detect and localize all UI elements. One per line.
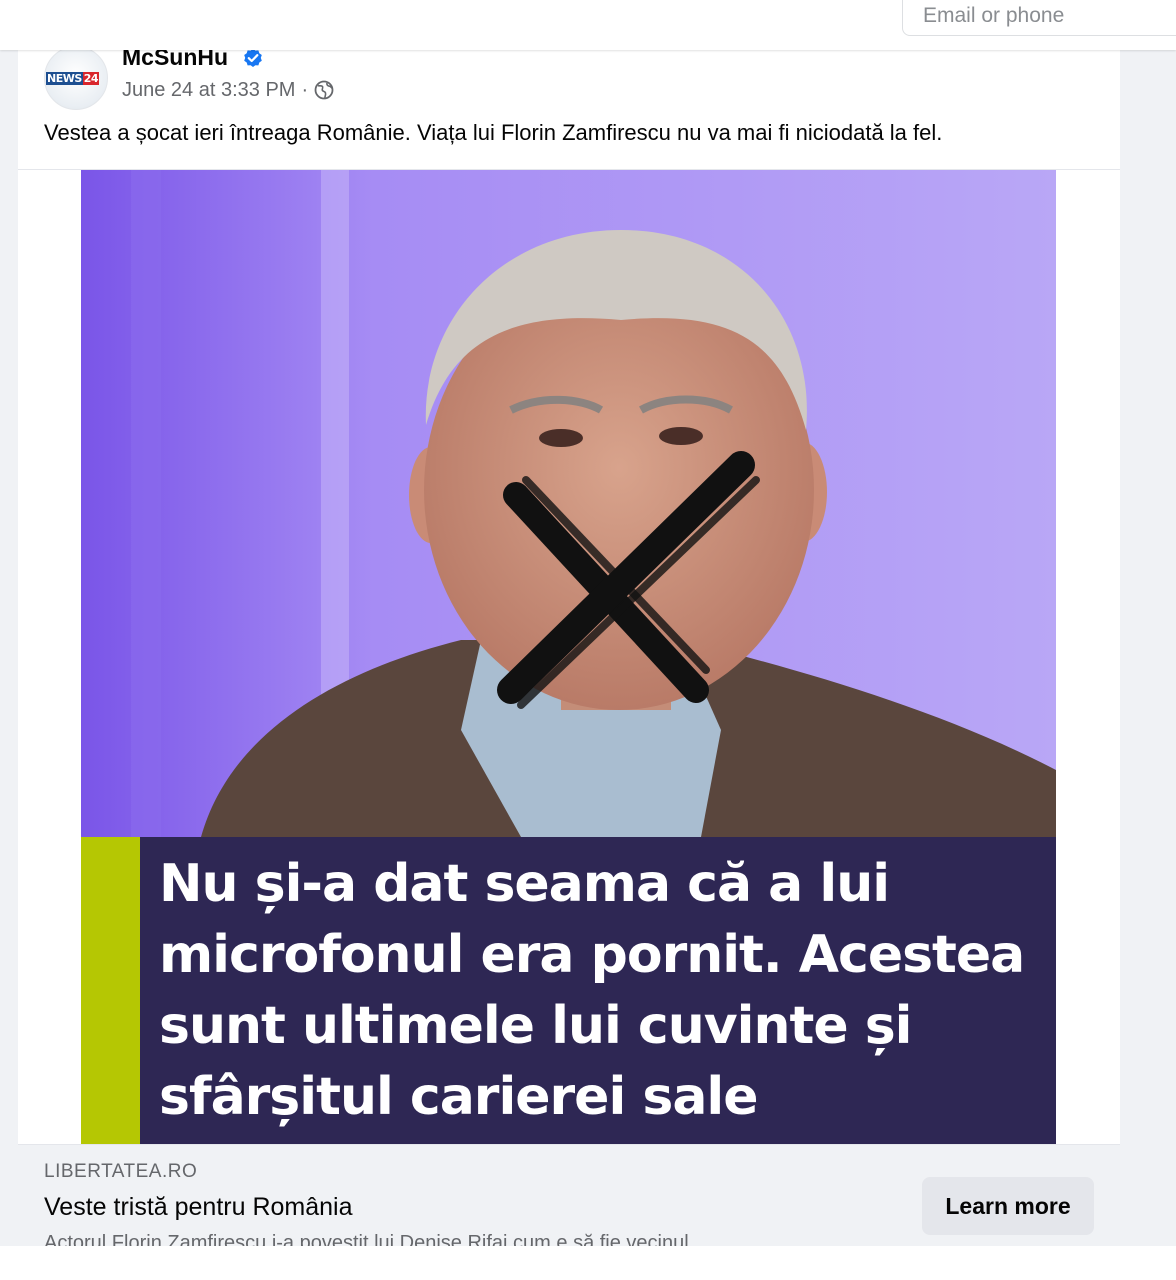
learn-more-button[interactable]: Learn more bbox=[922, 1177, 1094, 1235]
post-text: Vestea a șocat ieri întreaga Românie. Vi… bbox=[44, 120, 943, 145]
news24-logo: NEWS 24 bbox=[46, 72, 100, 85]
post-meta: June 24 at 3:33 PM · bbox=[122, 78, 334, 102]
post-card: NEWS 24 McSunHu June 24 at 3:33 PM · Vest… bbox=[18, 40, 1120, 1280]
email-or-phone-input[interactable] bbox=[902, 0, 1176, 36]
bottom-edge bbox=[0, 1246, 1176, 1280]
link-title[interactable]: Veste tristă pentru România bbox=[44, 1191, 353, 1223]
portrait-photo bbox=[81, 170, 1056, 837]
accent-bar bbox=[81, 837, 140, 1144]
globe-icon[interactable] bbox=[314, 80, 334, 100]
post-image[interactable]: Nu și-a dat seama că a lui microfonul er… bbox=[81, 170, 1056, 1144]
headline-banner: Nu și-a dat seama că a lui microfonul er… bbox=[81, 837, 1056, 1144]
image-headline: Nu și-a dat seama că a lui microfonul er… bbox=[159, 854, 1025, 1127]
link-domain: LIBERTATEA.RO bbox=[44, 1161, 198, 1182]
verified-badge-icon bbox=[244, 48, 262, 67]
top-bar bbox=[0, 0, 1176, 50]
timestamp[interactable]: June 24 at 3:33 PM bbox=[122, 78, 295, 102]
right-rail bbox=[1120, 50, 1176, 1280]
avatar[interactable]: NEWS 24 bbox=[44, 46, 108, 110]
meta-separator: · bbox=[301, 79, 309, 101]
